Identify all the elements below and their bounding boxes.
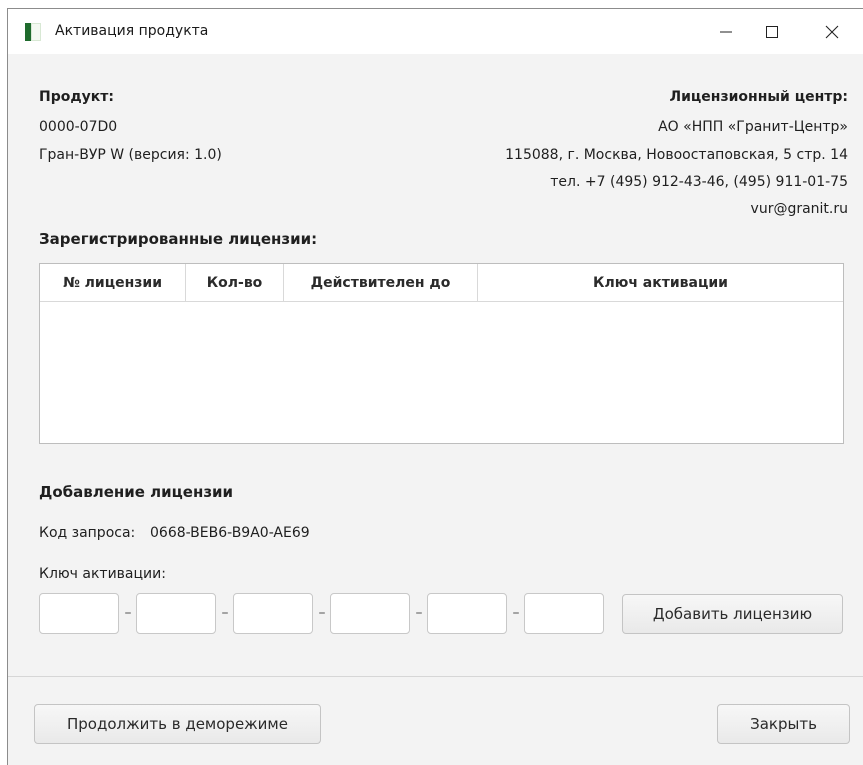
activation-key-part-6[interactable] bbox=[524, 593, 604, 634]
licenses-table[interactable]: № лицензии Кол-во Действителен до Ключ а… bbox=[39, 263, 844, 444]
activation-key-part-2[interactable] bbox=[136, 593, 216, 634]
close-icon bbox=[825, 25, 839, 38]
column-quantity[interactable]: Кол-во bbox=[186, 264, 284, 302]
activation-key-label: Ключ активации: bbox=[39, 566, 166, 582]
book-icon bbox=[25, 23, 41, 41]
minimize-button[interactable] bbox=[703, 9, 749, 54]
add-license-heading: Добавление лицензии bbox=[39, 483, 234, 501]
column-license-number[interactable]: № лицензии bbox=[40, 264, 186, 302]
close-button[interactable]: Закрыть bbox=[717, 704, 850, 744]
product-name: Гран-ВУР W (версия: 1.0) bbox=[39, 147, 222, 163]
activation-key-part-3[interactable] bbox=[233, 593, 313, 634]
registered-licenses-heading: Зарегистрированные лицензии: bbox=[39, 230, 318, 248]
activation-key-part-1[interactable] bbox=[39, 593, 119, 634]
license-center-org: АО «НПП «Гранит-Центр» bbox=[658, 119, 848, 135]
window-title: Активация продукта bbox=[55, 23, 209, 39]
column-valid-until[interactable]: Действителен до bbox=[284, 264, 478, 302]
request-code-value: 0668-BEB6-B9A0-AE69 bbox=[150, 525, 310, 541]
maximize-button[interactable] bbox=[749, 9, 795, 54]
product-code: 0000-07D0 bbox=[39, 119, 118, 135]
request-code-label: Код запроса: bbox=[39, 525, 136, 541]
key-separator: – bbox=[221, 605, 229, 621]
column-activation-key[interactable]: Ключ активации bbox=[478, 264, 843, 302]
demo-mode-button[interactable]: Продолжить в деморежиме bbox=[34, 704, 321, 744]
minimize-icon bbox=[720, 31, 732, 32]
license-center-address: 115088, г. Москва, Новоостаповская, 5 ст… bbox=[505, 147, 848, 163]
product-label: Продукт: bbox=[39, 89, 115, 105]
key-separator: – bbox=[512, 605, 520, 621]
activation-key-part-4[interactable] bbox=[330, 593, 410, 634]
key-separator: – bbox=[415, 605, 423, 621]
activation-window: Активация продукта Продукт: 0000-07D0 Гр… bbox=[7, 8, 863, 765]
license-center-email: vur@granit.ru bbox=[750, 201, 848, 217]
activation-key-part-5[interactable] bbox=[427, 593, 507, 634]
add-license-button[interactable]: Добавить лицензию bbox=[622, 594, 843, 634]
maximize-icon bbox=[766, 25, 778, 38]
footer-divider bbox=[8, 676, 863, 677]
license-center-label: Лицензионный центр: bbox=[669, 89, 848, 105]
title-bar[interactable]: Активация продукта bbox=[8, 9, 863, 54]
licenses-table-header: № лицензии Кол-во Действителен до Ключ а… bbox=[40, 264, 843, 302]
key-separator: – bbox=[124, 605, 132, 621]
licenses-table-body[interactable] bbox=[40, 302, 843, 444]
close-window-button[interactable] bbox=[809, 9, 855, 54]
license-center-phone: тел. +7 (495) 912-43-46, (495) 911-01-75 bbox=[550, 174, 848, 190]
key-separator: – bbox=[318, 605, 326, 621]
